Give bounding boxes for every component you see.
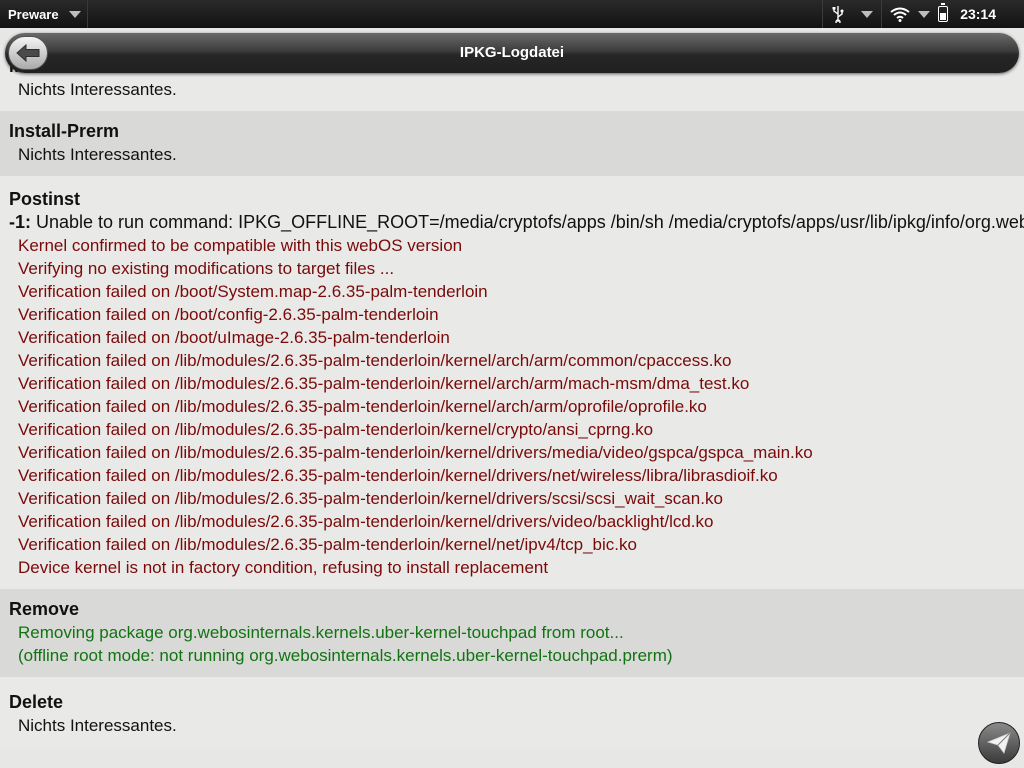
exit-code: -1: xyxy=(9,212,31,232)
status-bar: Preware 23:14 xyxy=(0,0,1024,28)
log-line: Device kernel is not in factory conditio… xyxy=(18,558,549,577)
section-title: Remove xyxy=(9,599,80,619)
log-line: Verification failed on /lib/modules/2.6.… xyxy=(18,512,714,531)
send-icon xyxy=(987,732,1011,754)
log-line: Nichts Interessantes. xyxy=(18,716,177,735)
log-section-postinst: Postinst -1: Unable to run command: IPKG… xyxy=(0,176,1024,589)
log-line: Verifying no existing modifications to t… xyxy=(18,259,395,278)
log-line: Verification failed on /lib/modules/2.6.… xyxy=(18,466,778,485)
usb-menu[interactable] xyxy=(822,0,883,28)
log-line: Verification failed on /lib/modules/2.6.… xyxy=(18,397,707,416)
chevron-down-icon xyxy=(860,10,873,18)
send-log-button[interactable] xyxy=(978,722,1020,764)
log-line: Verification failed on /boot/config-2.6.… xyxy=(18,305,439,324)
command-text: Unable to run command: IPKG_OFFLINE_ROOT… xyxy=(36,212,1024,232)
chevron-down-icon xyxy=(918,10,931,18)
header-bar: IPKG-Logdatei xyxy=(5,33,1019,73)
log-line: Removing package org.webosinternals.kern… xyxy=(18,623,624,642)
log-section-delete: Delete Nichts Interessantes. xyxy=(0,677,1024,747)
log-line: Verification failed on /boot/System.map-… xyxy=(18,282,488,301)
log-line: Verification failed on /lib/modules/2.6.… xyxy=(18,535,637,554)
chevron-down-icon xyxy=(68,10,81,18)
log-line: Verification failed on /lib/modules/2.6.… xyxy=(18,351,732,370)
app-menu-label: Preware xyxy=(8,6,59,22)
app-menu[interactable]: Preware xyxy=(0,0,88,28)
log-line: Nichts Interessantes. xyxy=(18,80,177,99)
log-line: Verification failed on /lib/modules/2.6.… xyxy=(18,489,723,508)
log-line: Verification failed on /boot/uImage-2.6.… xyxy=(18,328,450,347)
log-line: Verification failed on /lib/modules/2.6.… xyxy=(18,374,750,393)
log-list[interactable]: Mkdir-Prerm Nichts Interessantes. Instal… xyxy=(0,45,1024,768)
log-line: Verification failed on /lib/modules/2.6.… xyxy=(18,420,654,439)
wifi-icon xyxy=(890,7,910,22)
log-line: (offline root mode: not running org.webo… xyxy=(18,646,673,665)
log-line: Verification failed on /lib/modules/2.6.… xyxy=(18,443,813,462)
section-title: Delete xyxy=(9,692,64,712)
system-menu[interactable]: 23:14 xyxy=(882,0,1024,28)
page-title: IPKG-Logdatei xyxy=(459,44,565,61)
log-line: Kernel confirmed to be compatible with t… xyxy=(18,236,463,255)
battery-icon xyxy=(938,3,949,22)
log-line: Nichts Interessantes. xyxy=(18,145,177,164)
command-line: -1: Unable to run command: IPKG_OFFLINE_… xyxy=(9,211,1024,234)
clock: 23:14 xyxy=(960,6,996,22)
log-section-install-prerm: Install-Prerm Nichts Interessantes. xyxy=(0,111,1024,176)
section-title: Postinst xyxy=(9,189,81,209)
section-title: Install-Prerm xyxy=(9,121,120,141)
usb-icon xyxy=(832,6,844,23)
log-section-remove: Remove Removing package org.webosinterna… xyxy=(0,589,1024,677)
